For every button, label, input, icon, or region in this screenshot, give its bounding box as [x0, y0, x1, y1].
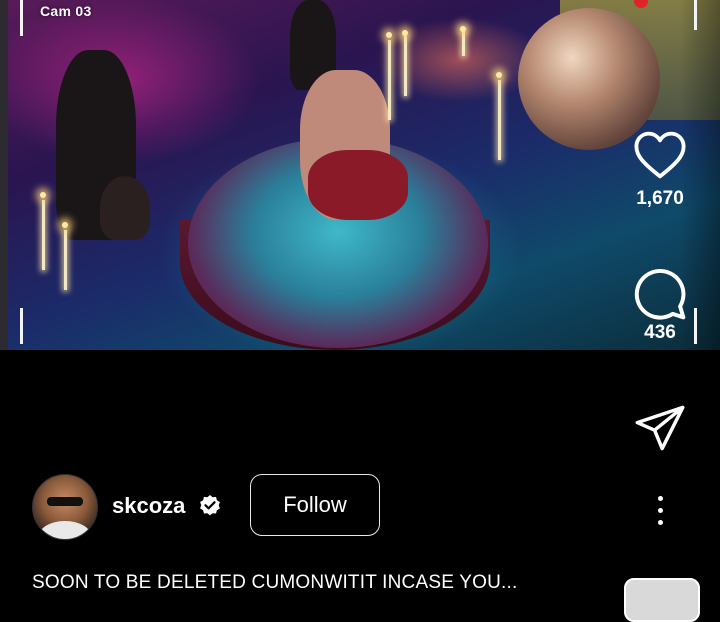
- candle-flame: [62, 222, 68, 228]
- username[interactable]: skcoza: [112, 493, 185, 519]
- avatar-shirt: [39, 521, 91, 539]
- camera-frame-tick: [694, 0, 697, 30]
- audio-thumbnail[interactable]: [624, 578, 700, 622]
- camera-label: Cam 03: [40, 3, 92, 19]
- candle: [498, 80, 501, 160]
- camera-frame-tick: [20, 308, 23, 344]
- comment-count: 436: [644, 322, 676, 343]
- send-icon[interactable]: [634, 404, 686, 452]
- camera-frame-tick: [20, 0, 23, 36]
- comment-action: 436: [620, 266, 700, 344]
- like-count: 1,670: [636, 188, 684, 209]
- candle-flame: [402, 30, 408, 36]
- candle: [404, 36, 407, 96]
- red-dress: [308, 150, 408, 220]
- verified-badge-icon: [200, 495, 220, 516]
- follow-button[interactable]: Follow: [250, 474, 380, 536]
- avatar[interactable]: [32, 474, 98, 540]
- candle-flame: [496, 72, 502, 78]
- avatar-sunglasses: [47, 497, 83, 506]
- candle: [42, 200, 45, 270]
- comment-bubble-icon[interactable]: [632, 266, 688, 322]
- decorative-sphere: [518, 8, 660, 150]
- candle: [388, 40, 391, 120]
- candle-flame: [40, 192, 46, 198]
- candle: [462, 30, 465, 56]
- candle: [64, 230, 67, 290]
- candle-flame: [460, 26, 466, 32]
- video-frame: Cam 03: [0, 0, 720, 350]
- more-vertical-icon[interactable]: [652, 496, 668, 532]
- video-player[interactable]: Cam 03: [0, 0, 720, 350]
- post-caption[interactable]: SOON TO BE DELETED CUMONWITIT INCASE YOU…: [32, 572, 592, 594]
- like-action: 1,670: [620, 130, 700, 210]
- candle-flame: [386, 32, 392, 38]
- video-left-edge: [0, 0, 8, 350]
- vase-prop: [100, 176, 150, 240]
- heart-icon[interactable]: [633, 130, 687, 180]
- post-owner-row: skcoza Follow: [32, 474, 692, 540]
- share-action: [620, 404, 700, 452]
